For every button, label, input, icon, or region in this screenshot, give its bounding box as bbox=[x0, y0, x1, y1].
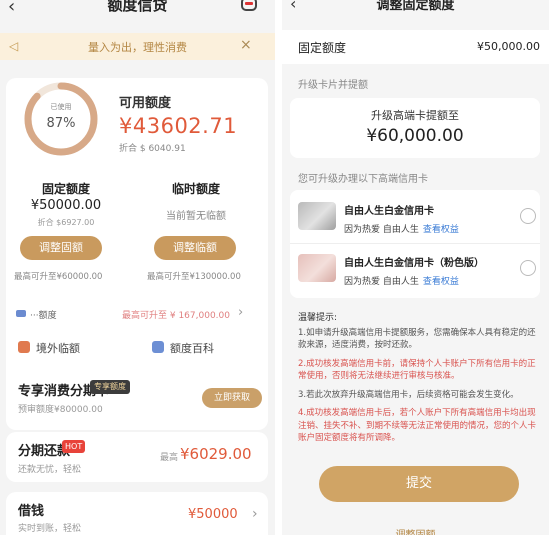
usage-percent: 87% bbox=[46, 116, 76, 131]
divider bbox=[275, 0, 282, 535]
tip-item: 1.如申请升级高端信用卡提额服务，您需确保本人具有稳定的还款来源，适度消费，按时… bbox=[298, 327, 536, 351]
notice-bar: ◁ 量入为出，理性消费 × bbox=[0, 33, 275, 60]
repay-amount: ¥6029.00 bbox=[180, 445, 252, 463]
temp-max-text: 最高可升至¥130000.00 bbox=[147, 272, 241, 282]
credit-limit-screen: ‹ 额度信贷 ◁ 量入为出，理性消费 × 已使用 87% 可用额度 ¥43602… bbox=[0, 0, 275, 535]
fixed-limit-row: 固定额度 ¥50,000.00 bbox=[282, 30, 549, 64]
page-title: 额度信贷 bbox=[107, 0, 168, 14]
card-thumbnail bbox=[298, 254, 336, 282]
card-desc-line: 因为热爱 自由人生 查看权益 bbox=[344, 222, 459, 235]
temp-limit-title: 临时额度 bbox=[171, 182, 220, 196]
fixed-limit-value: ¥50,000.00 bbox=[477, 40, 540, 53]
row-subtitle: 预审额度¥80000.00 bbox=[18, 405, 103, 415]
adjust-fixed-limit-screen: ‹ 调整固定额度 固定额度 ¥50,000.00 升级卡片并提额 升级高端卡提额… bbox=[282, 0, 549, 535]
fixed-limit-converted: 折合 $6927.00 bbox=[37, 218, 95, 227]
card-icon bbox=[16, 310, 26, 317]
card-desc: 因为热爱 自由人生 bbox=[344, 277, 419, 287]
available-converted: 折合 $ 6040.91 bbox=[119, 144, 186, 154]
cards-section-label: 您可升级办理以下高端信用卡 bbox=[298, 174, 428, 185]
radio-button[interactable] bbox=[520, 208, 536, 224]
adjust-temp-button[interactable]: 调整临额 bbox=[154, 236, 236, 260]
chevron-right-icon: › bbox=[252, 506, 258, 522]
upgrade-quota-card: 升级高端卡提额至 ¥60,000.00 bbox=[290, 98, 540, 158]
row-subtitle: 实时到账，轻松 bbox=[18, 524, 82, 534]
close-icon[interactable]: × bbox=[240, 37, 252, 53]
strip-max: 最高可升至 ¥ 167,000.00 bbox=[122, 311, 230, 321]
radio-button[interactable] bbox=[520, 260, 536, 276]
customer-service-icon[interactable] bbox=[241, 0, 257, 11]
limit-wiki-link[interactable]: 额度百科 bbox=[152, 340, 214, 356]
quota-amount: ¥60,000.00 bbox=[366, 126, 464, 146]
row-title: 借钱 bbox=[18, 504, 45, 519]
card-option[interactable]: 自由人生白金信用卡 因为热爱 自由人生 查看权益 bbox=[290, 192, 540, 244]
max-prefix: 最高 bbox=[160, 453, 179, 463]
page-title: 调整固定额度 bbox=[376, 0, 455, 13]
hot-badge: HOT bbox=[62, 440, 86, 453]
quota-caption: 升级高端卡提额至 bbox=[371, 109, 459, 122]
tips-title: 温馨提示: bbox=[298, 313, 338, 323]
tip-item: 2.成功核发高端信用卡前，请保持个人卡账户下所有信用卡的正常使用，否则将无法继续… bbox=[298, 358, 536, 382]
card-thumbnail bbox=[298, 202, 336, 230]
available-label: 可用额度 bbox=[119, 96, 172, 111]
overseas-temp-limit-link[interactable]: 境外临额 bbox=[18, 340, 80, 356]
temp-limit-none: 当前暂无临额 bbox=[166, 211, 226, 222]
adjust-fixed-link[interactable]: 调整固额 bbox=[282, 526, 549, 535]
quick-label: 额度百科 bbox=[170, 342, 214, 355]
installment-card-row[interactable]: 专享消费分期卡 专享额度 预审额度¥80000.00 立即获取 bbox=[6, 372, 268, 422]
view-benefits-link[interactable]: 查看权益 bbox=[423, 225, 459, 235]
limit-upgrade-strip[interactable]: ···额度 最高可升至 ¥ 167,000.00 › bbox=[10, 304, 258, 324]
get-now-button[interactable]: 立即获取 bbox=[202, 388, 262, 408]
tips-section: 温馨提示: 1.如申请升级高端信用卡提额服务，您需确保本人具有稳定的还款来源，适… bbox=[298, 312, 540, 451]
tip-item: 3.若此次放弃升级高端信用卡，后续资格可能会发生变化。 bbox=[298, 389, 519, 400]
strip-label: ···额度 bbox=[30, 311, 57, 321]
globe-icon bbox=[18, 341, 30, 353]
card-name: 自由人生白金信用卡（粉色版） bbox=[344, 258, 484, 269]
notice-text: 量入为出，理性消费 bbox=[88, 41, 187, 54]
card-name: 自由人生白金信用卡 bbox=[344, 206, 434, 217]
installment-repay-row[interactable]: 分期还款 HOT 还款无忧，轻松 最高 ¥6029.00 bbox=[6, 432, 268, 482]
fixed-limit-title: 固定额度 bbox=[41, 182, 90, 196]
borrow-amount: ¥50000 bbox=[188, 507, 238, 522]
tip-item: 4.成功核发高端信用卡后，若个人账户下所有高端信用卡均出现注销、挂失不补、到期不… bbox=[298, 408, 537, 443]
card-desc-line: 因为热爱 自由人生 查看权益 bbox=[344, 274, 459, 287]
usage-label: 已使用 bbox=[50, 103, 72, 111]
card-options: 自由人生白金信用卡 因为热爱 自由人生 查看权益 自由人生白金信用卡（粉色版） 因… bbox=[290, 190, 540, 298]
card-option[interactable]: 自由人生白金信用卡（粉色版） 因为热爱 自由人生 查看权益 bbox=[290, 244, 540, 296]
exclusive-badge: 专享额度 bbox=[90, 380, 130, 394]
adjust-fixed-button[interactable]: 调整固额 bbox=[20, 236, 102, 260]
available-amount: ¥43602.71 bbox=[119, 114, 238, 138]
view-benefits-link[interactable]: 查看权益 bbox=[423, 277, 459, 287]
header: ‹ 额度信贷 bbox=[0, 0, 275, 32]
quick-label: 境外临额 bbox=[36, 342, 80, 355]
book-icon bbox=[152, 341, 164, 353]
borrow-row[interactable]: 借钱 实时到账，轻松 ¥50000 › bbox=[6, 492, 268, 535]
header: ‹ 调整固定额度 bbox=[282, 0, 549, 28]
fixed-limit-value: ¥50000.00 bbox=[30, 198, 102, 213]
fixed-max-text: 最高可升至¥60000.00 bbox=[14, 272, 103, 282]
upgrade-section-label: 升级卡片并提额 bbox=[298, 80, 368, 91]
usage-ring: 已使用 87% bbox=[22, 80, 100, 162]
card-desc: 因为热爱 自由人生 bbox=[344, 225, 419, 235]
submit-button[interactable]: 提交 bbox=[319, 466, 519, 502]
chevron-right-icon: › bbox=[238, 305, 244, 320]
row-subtitle: 还款无忧，轻松 bbox=[18, 465, 82, 475]
